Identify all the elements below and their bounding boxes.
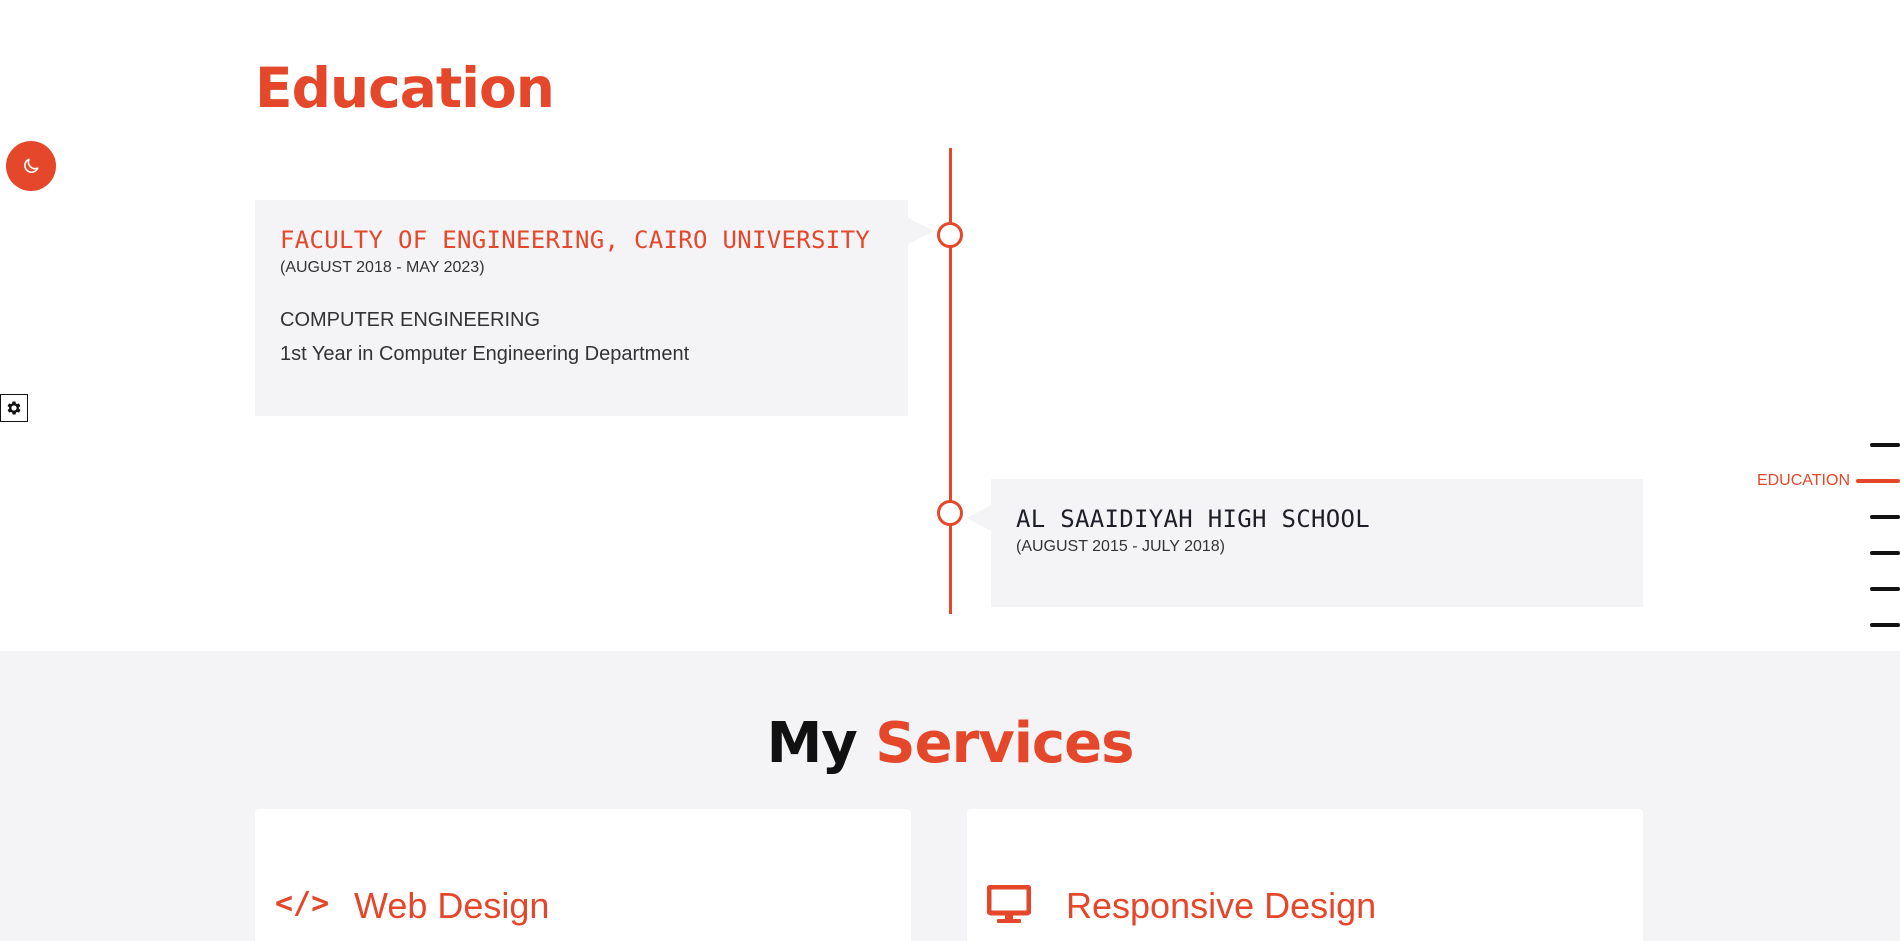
services-title: My Services (0, 711, 1900, 776)
education-title: Education (255, 56, 555, 120)
timeline-line (949, 148, 952, 614)
moon-icon (24, 158, 39, 173)
service-card-web-design: </> Web Design (255, 809, 911, 941)
card-pointer (967, 505, 991, 531)
education-major: COMPUTER ENGINEERING (280, 309, 541, 331)
nav-dash (1870, 551, 1900, 555)
side-nav-item[interactable] (1870, 435, 1900, 455)
nav-dash (1870, 515, 1900, 519)
service-name: Web Design (354, 885, 550, 926)
education-detail: 1st Year in Computer Engineering Departm… (280, 343, 690, 365)
side-nav-item[interactable] (1870, 579, 1900, 599)
side-nav-item[interactable] (1870, 507, 1900, 527)
services-section: My Services </> Web Design Responsive De… (0, 651, 1900, 941)
education-card-high-school: AL SAAIDIYAH HIGH SCHOOL (AUGUST 2015 - … (967, 479, 1643, 607)
theme-toggle-button[interactable] (6, 141, 56, 191)
school-name: AL SAAIDIYAH HIGH SCHOOL (1016, 505, 1370, 533)
nav-dash (1870, 623, 1900, 627)
code-icon: </> (275, 886, 330, 921)
service-card-responsive-design: Responsive Design (967, 809, 1643, 941)
education-dates: (AUGUST 2018 - MAY 2023) (280, 259, 485, 276)
services-title-accent: Services (875, 711, 1134, 776)
gear-icon (7, 401, 21, 415)
nav-dash (1856, 479, 1900, 483)
card-pointer (908, 218, 934, 244)
services-title-prefix: My (766, 711, 858, 776)
education-section: Education FACULTY OF ENGINEERING, CAIRO … (0, 0, 1900, 651)
settings-button[interactable] (0, 394, 28, 422)
nav-dash (1870, 587, 1900, 591)
timeline-dot (937, 222, 963, 248)
side-nav-label: EDUCATION (1756, 472, 1850, 489)
timeline-dot (937, 500, 963, 526)
education-dates: (AUGUST 2015 - JULY 2018) (1016, 538, 1225, 555)
monitor-icon (986, 884, 1032, 930)
school-name: FACULTY OF ENGINEERING, CAIRO UNIVERSITY (280, 226, 870, 254)
education-card-cairo-university: FACULTY OF ENGINEERING, CAIRO UNIVERSITY… (255, 200, 934, 416)
side-nav-item-education[interactable]: EDUCATION (1757, 471, 1900, 491)
nav-dash (1870, 443, 1900, 447)
side-nav-item[interactable] (1870, 615, 1900, 635)
service-name: Responsive Design (1066, 885, 1377, 926)
side-nav-item[interactable] (1870, 543, 1900, 563)
